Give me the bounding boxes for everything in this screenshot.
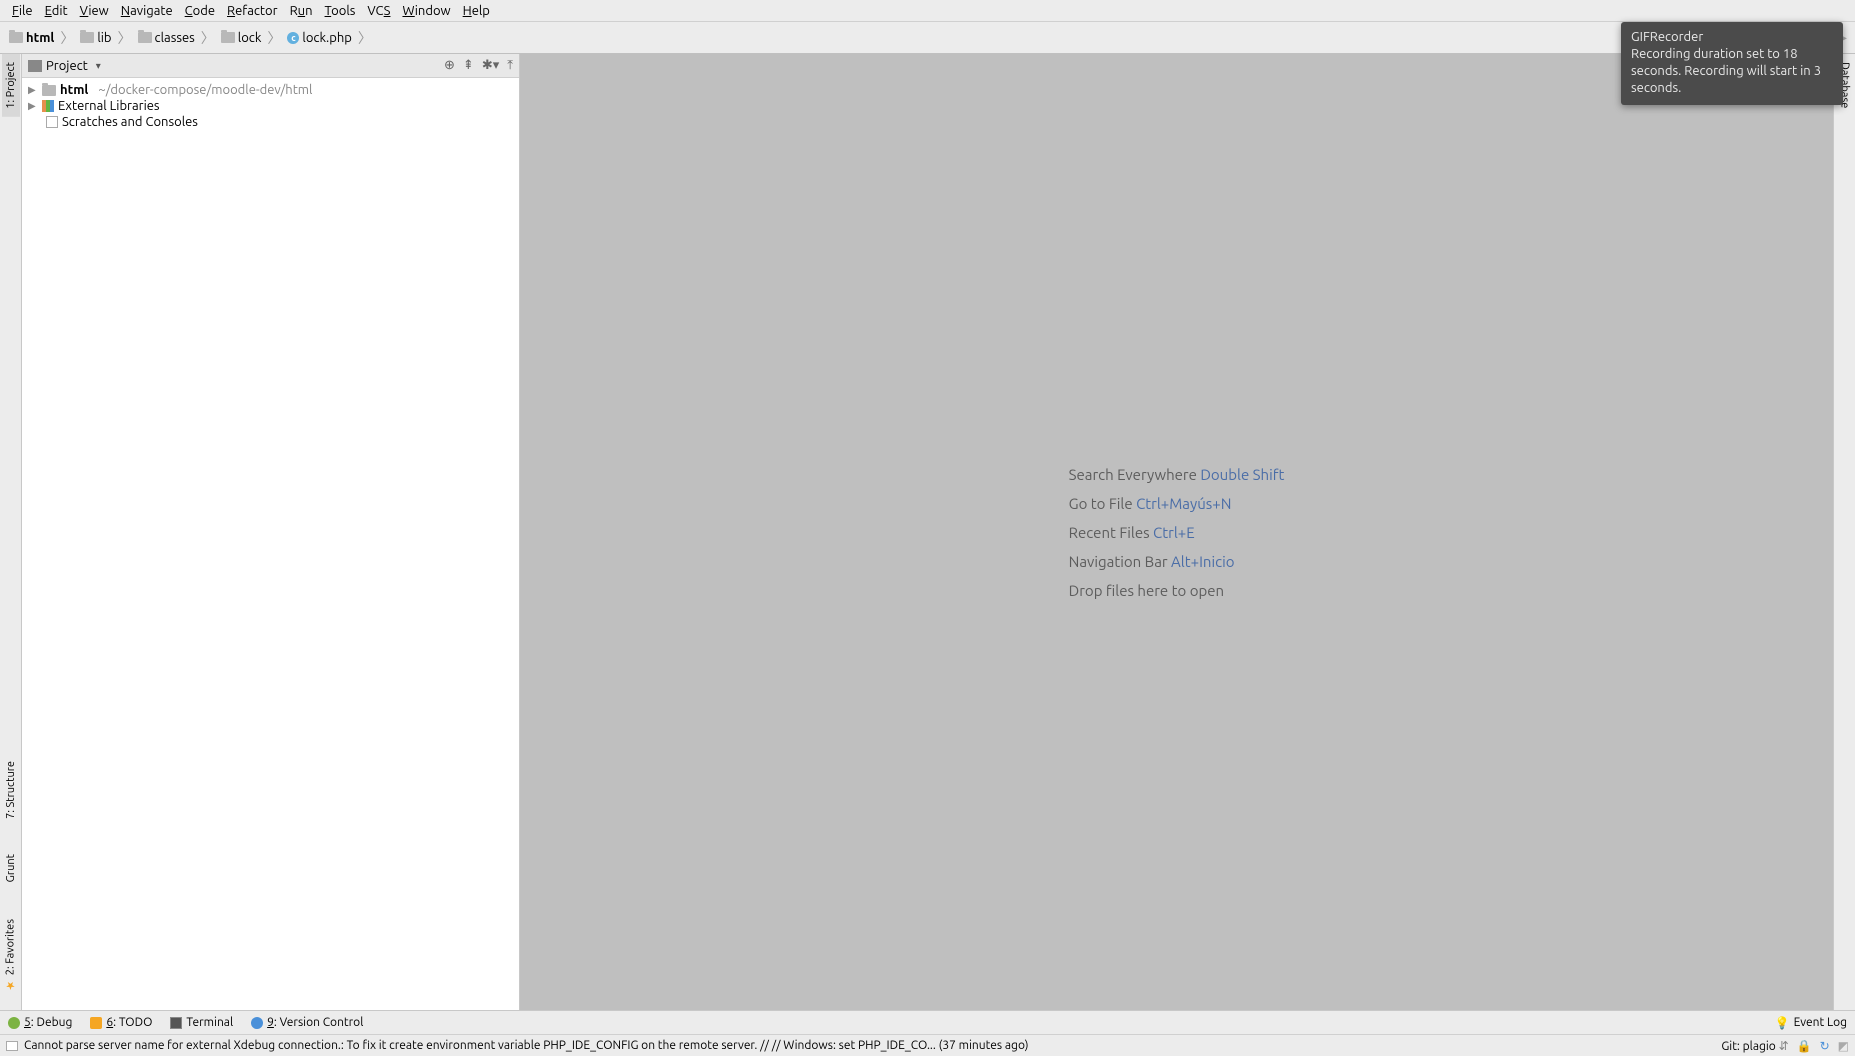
breadcrumb-separator: 〉 [267, 28, 281, 48]
menu-vcs[interactable]: VCS [361, 2, 396, 20]
breadcrumb-separator: 〉 [201, 28, 215, 48]
favorites-tool-tab[interactable]: ★2: Favorites [1, 911, 20, 1000]
hint-recent-files: Recent Files Ctrl+E [1069, 524, 1285, 541]
hint-navigation-bar: Navigation Bar Alt+Inicio [1069, 553, 1285, 570]
menu-window[interactable]: Window [396, 2, 456, 20]
project-panel: Project ▾ ⊕ ⇞ ✱▾ ⤒ ▶ html ~/docker-compo… [22, 54, 520, 1010]
hint-drop-files: Drop files here to open [1069, 582, 1285, 599]
terminal-tool-tab[interactable]: Terminal [170, 1016, 233, 1029]
menu-view[interactable]: View [74, 2, 115, 20]
project-tool-tab[interactable]: 1: Project [2, 54, 20, 117]
hide-icon[interactable]: ⤒ [507, 58, 513, 73]
status-bar: Cannot parse server name for external Xd… [0, 1034, 1855, 1056]
menu-run[interactable]: Run [284, 2, 319, 20]
event-log-tab[interactable]: Event Log [1794, 1016, 1847, 1029]
menubar: File Edit View Navigate Code Refactor Ru… [0, 0, 1855, 22]
menu-refactor[interactable]: Refactor [221, 2, 284, 20]
menu-navigate[interactable]: Navigate [115, 2, 179, 20]
breadcrumb-item[interactable]: lib [77, 29, 114, 47]
left-tool-gutter: 1: Project 7: Structure Grunt ★2: Favori… [0, 54, 22, 1010]
grunt-tool-tab[interactable]: Grunt [2, 846, 20, 890]
debug-tool-tab[interactable]: 5: Debug [8, 1016, 72, 1029]
project-view-dropdown[interactable]: ▾ [96, 60, 101, 72]
project-view-icon [28, 60, 42, 72]
menu-tools[interactable]: Tools [319, 2, 362, 20]
editor-hints: Search Everywhere Double Shift Go to Fil… [1069, 454, 1285, 611]
expand-arrow-icon[interactable]: ▶ [28, 84, 38, 96]
lock-icon[interactable]: 🔒 [1797, 1039, 1812, 1053]
hint-search-everywhere: Search Everywhere Double Shift [1069, 466, 1285, 483]
menu-code[interactable]: Code [179, 2, 221, 20]
breadcrumb-separator: 〉 [358, 28, 372, 48]
navigation-bar: html 〉 lib 〉 classes 〉 lock 〉 clock.php … [0, 22, 1855, 54]
php-file-icon: c [287, 32, 299, 44]
tree-item-external-libraries[interactable]: ▶ External Libraries [22, 98, 519, 114]
menu-file[interactable]: File [6, 2, 39, 20]
expand-arrow-icon[interactable]: ▶ [28, 100, 38, 112]
breadcrumb-item[interactable]: lock [218, 29, 265, 47]
breadcrumb-item[interactable]: html [6, 29, 57, 47]
project-panel-header: Project ▾ ⊕ ⇞ ✱▾ ⤒ [22, 54, 519, 78]
workspace: 1: Project 7: Structure Grunt ★2: Favori… [0, 54, 1855, 1010]
locate-icon[interactable]: ⊕ [444, 58, 455, 73]
library-icon [42, 100, 54, 112]
project-panel-title: Project [46, 59, 88, 73]
todo-icon [90, 1017, 102, 1029]
folder-icon [9, 32, 23, 43]
structure-tool-tab[interactable]: 7: Structure [2, 753, 20, 827]
notification-popup[interactable]: GIFRecorder Recording duration set to 18… [1621, 22, 1843, 105]
menu-help[interactable]: Help [457, 2, 496, 20]
breadcrumb-separator: 〉 [60, 28, 74, 48]
event-log-icon: 💡 [1775, 1016, 1790, 1030]
tool-window-toggle-icon[interactable] [6, 1041, 18, 1051]
menu-edit[interactable]: Edit [39, 2, 74, 20]
todo-tool-tab[interactable]: 6: TODO [90, 1016, 152, 1029]
debug-icon [8, 1017, 20, 1029]
scratch-icon [46, 116, 58, 128]
sync-icon[interactable]: ↻ [1820, 1039, 1830, 1053]
breadcrumb-item[interactable]: classes [135, 29, 198, 47]
notification-title: GIFRecorder [1631, 30, 1833, 44]
git-branch-widget[interactable]: Git: plagio ⇵ [1721, 1039, 1788, 1053]
tree-item-path: ~/docker-compose/moodle-dev/html [98, 83, 312, 97]
version-control-tool-tab[interactable]: 9: Version Control [251, 1016, 363, 1029]
project-tree: ▶ html ~/docker-compose/moodle-dev/html … [22, 78, 519, 1010]
memory-indicator-icon[interactable]: ◩ [1838, 1039, 1849, 1053]
right-tool-gutter: Database [1833, 54, 1855, 1010]
notification-body: Recording duration set to 18 seconds. Re… [1631, 46, 1833, 97]
editor-empty-area[interactable]: Search Everywhere Double Shift Go to Fil… [520, 54, 1833, 1010]
breadcrumb-separator: 〉 [118, 28, 132, 48]
collapse-icon[interactable]: ⇞ [463, 58, 474, 73]
tree-item-scratches[interactable]: Scratches and Consoles [22, 114, 519, 130]
vcs-icon [251, 1017, 263, 1029]
bottom-tool-bar: 5: Debug 6: TODO Terminal 9: Version Con… [0, 1010, 1855, 1034]
folder-icon [42, 85, 56, 96]
breadcrumb-item[interactable]: clock.php [284, 29, 354, 47]
hint-goto-file: Go to File Ctrl+Mayús+N [1069, 495, 1285, 512]
folder-icon [80, 32, 94, 43]
status-message: Cannot parse server name for external Xd… [24, 1039, 1029, 1052]
gear-icon[interactable]: ✱▾ [482, 58, 499, 73]
folder-icon [221, 32, 235, 43]
folder-icon [138, 32, 152, 43]
tree-item-html[interactable]: ▶ html ~/docker-compose/moodle-dev/html [22, 82, 519, 98]
terminal-icon [170, 1017, 182, 1029]
breadcrumb: html 〉 lib 〉 classes 〉 lock 〉 clock.php … [6, 28, 373, 48]
